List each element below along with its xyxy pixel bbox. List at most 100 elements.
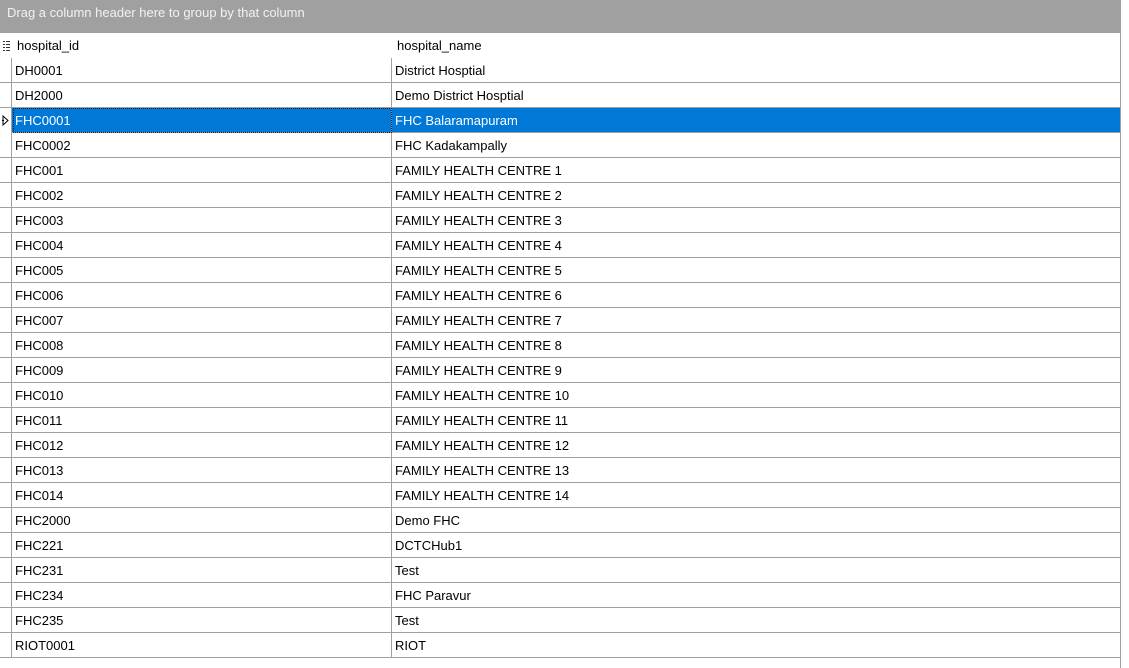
table-row[interactable]: FHC231 Test (0, 558, 1121, 583)
row-selector[interactable] (0, 283, 12, 308)
cell-hospital-id[interactable]: FHC008 (13, 333, 392, 358)
table-row[interactable]: FHC221 DCTCHub1 (0, 533, 1121, 558)
row-selector[interactable] (0, 333, 12, 358)
cell-hospital-id[interactable]: FHC011 (13, 408, 392, 433)
cell-hospital-name[interactable]: FAMILY HEALTH CENTRE 11 (392, 408, 1121, 433)
group-by-panel[interactable]: Drag a column header here to group by th… (0, 0, 1121, 33)
table-row[interactable]: DH0001 District Hosptial (0, 58, 1121, 83)
table-row[interactable]: FHC009 FAMILY HEALTH CENTRE 9 (0, 358, 1121, 383)
cell-hospital-name[interactable]: District Hosptial (392, 58, 1121, 83)
row-selector[interactable] (0, 133, 12, 158)
column-header-hospital-name[interactable]: hospital_name (392, 33, 1121, 58)
cell-hospital-name[interactable]: Test (392, 608, 1121, 633)
table-row[interactable]: FHC0001 FHC Balaramapuram (0, 108, 1121, 133)
table-row[interactable]: FHC235 Test (0, 608, 1121, 633)
row-selector[interactable] (0, 583, 12, 608)
cell-hospital-name[interactable]: Demo District Hosptial (392, 83, 1121, 108)
cell-hospital-id[interactable]: RIOT0001 (13, 633, 392, 658)
cell-hospital-name[interactable]: DCTCHub1 (392, 533, 1121, 558)
cell-hospital-name[interactable]: FHC Balaramapuram (392, 108, 1121, 133)
table-row[interactable]: RIOT0001 RIOT (0, 633, 1121, 658)
row-selector[interactable] (0, 408, 12, 433)
cell-hospital-name[interactable]: FAMILY HEALTH CENTRE 6 (392, 283, 1121, 308)
row-selector[interactable] (0, 308, 12, 333)
cell-hospital-name[interactable]: FAMILY HEALTH CENTRE 12 (392, 433, 1121, 458)
cell-hospital-id[interactable]: FHC010 (13, 383, 392, 408)
table-row[interactable]: DH2000 Demo District Hosptial (0, 83, 1121, 108)
cell-hospital-id[interactable]: FHC006 (13, 283, 392, 308)
table-row[interactable]: FHC2000 Demo FHC (0, 508, 1121, 533)
table-row[interactable]: FHC002 FAMILY HEALTH CENTRE 2 (0, 183, 1121, 208)
table-row[interactable]: FHC005 FAMILY HEALTH CENTRE 5 (0, 258, 1121, 283)
row-selector[interactable] (0, 383, 12, 408)
row-selector[interactable] (0, 608, 12, 633)
cell-hospital-id[interactable]: FHC003 (13, 208, 392, 233)
cell-hospital-name[interactable]: Test (392, 558, 1121, 583)
cell-hospital-id[interactable]: FHC013 (13, 458, 392, 483)
cell-hospital-id[interactable]: FHC004 (13, 233, 392, 258)
cell-hospital-name[interactable]: FAMILY HEALTH CENTRE 3 (392, 208, 1121, 233)
row-selector[interactable] (0, 483, 12, 508)
cell-hospital-id[interactable]: DH2000 (13, 83, 392, 108)
row-selector[interactable] (0, 633, 12, 658)
cell-hospital-id[interactable]: FHC005 (13, 258, 392, 283)
cell-hospital-name[interactable]: FAMILY HEALTH CENTRE 13 (392, 458, 1121, 483)
cell-hospital-id[interactable]: FHC235 (13, 608, 392, 633)
row-selector[interactable] (0, 158, 12, 183)
cell-hospital-name[interactable]: FAMILY HEALTH CENTRE 10 (392, 383, 1121, 408)
cell-hospital-name[interactable]: Demo FHC (392, 508, 1121, 533)
row-selector[interactable] (0, 208, 12, 233)
cell-hospital-name[interactable]: FHC Paravur (392, 583, 1121, 608)
cell-hospital-name[interactable]: FAMILY HEALTH CENTRE 1 (392, 158, 1121, 183)
table-row[interactable]: FHC0002 FHC Kadakampally (0, 133, 1121, 158)
table-row[interactable]: FHC008 FAMILY HEALTH CENTRE 8 (0, 333, 1121, 358)
row-selector[interactable] (0, 108, 12, 133)
cell-hospital-name[interactable]: FAMILY HEALTH CENTRE 4 (392, 233, 1121, 258)
cell-hospital-name[interactable]: FHC Kadakampally (392, 133, 1121, 158)
table-row[interactable]: FHC003 FAMILY HEALTH CENTRE 3 (0, 208, 1121, 233)
row-selector[interactable] (0, 183, 12, 208)
row-selector[interactable] (0, 233, 12, 258)
row-selector[interactable] (0, 508, 12, 533)
cell-hospital-name[interactable]: FAMILY HEALTH CENTRE 7 (392, 308, 1121, 333)
select-all-header[interactable] (0, 33, 12, 58)
table-row[interactable]: FHC014 FAMILY HEALTH CENTRE 14 (0, 483, 1121, 508)
row-selector[interactable] (0, 433, 12, 458)
row-selector[interactable] (0, 58, 12, 83)
cell-hospital-id[interactable]: FHC012 (13, 433, 392, 458)
row-selector[interactable] (0, 258, 12, 283)
cell-hospital-name[interactable]: FAMILY HEALTH CENTRE 2 (392, 183, 1121, 208)
row-selector[interactable] (0, 358, 12, 383)
table-row[interactable]: FHC001 FAMILY HEALTH CENTRE 1 (0, 158, 1121, 183)
table-row[interactable]: FHC012 FAMILY HEALTH CENTRE 12 (0, 433, 1121, 458)
table-row[interactable]: FHC010 FAMILY HEALTH CENTRE 10 (0, 383, 1121, 408)
table-row[interactable]: FHC004 FAMILY HEALTH CENTRE 4 (0, 233, 1121, 258)
cell-hospital-name[interactable]: RIOT (392, 633, 1121, 658)
cell-hospital-name[interactable]: FAMILY HEALTH CENTRE 8 (392, 333, 1121, 358)
table-row[interactable]: FHC006 FAMILY HEALTH CENTRE 6 (0, 283, 1121, 308)
table-row[interactable]: FHC234 FHC Paravur (0, 583, 1121, 608)
cell-hospital-id[interactable]: FHC2000 (13, 508, 392, 533)
cell-hospital-name[interactable]: FAMILY HEALTH CENTRE 9 (392, 358, 1121, 383)
cell-hospital-name[interactable]: FAMILY HEALTH CENTRE 5 (392, 258, 1121, 283)
table-row[interactable]: FHC007 FAMILY HEALTH CENTRE 7 (0, 308, 1121, 333)
row-selector[interactable] (0, 83, 12, 108)
table-row[interactable]: FHC011 FAMILY HEALTH CENTRE 11 (0, 408, 1121, 433)
cell-hospital-id[interactable]: FHC014 (13, 483, 392, 508)
cell-hospital-id[interactable]: FHC221 (13, 533, 392, 558)
cell-hospital-id[interactable]: FHC234 (13, 583, 392, 608)
cell-hospital-id[interactable]: FHC001 (13, 158, 392, 183)
table-row[interactable]: FHC013 FAMILY HEALTH CENTRE 13 (0, 458, 1121, 483)
cell-hospital-id[interactable]: FHC002 (13, 183, 392, 208)
cell-hospital-id[interactable]: FHC231 (13, 558, 392, 583)
row-selector[interactable] (0, 533, 12, 558)
row-selector[interactable] (0, 558, 12, 583)
column-header-hospital-id[interactable]: hospital_id (13, 33, 392, 58)
cell-hospital-id[interactable]: DH0001 (13, 58, 392, 83)
cell-hospital-id[interactable]: FHC009 (13, 358, 392, 383)
cell-hospital-id[interactable]: FHC007 (13, 308, 392, 333)
row-selector[interactable] (0, 458, 12, 483)
cell-hospital-id[interactable]: FHC0001 (13, 108, 392, 133)
cell-hospital-name[interactable]: FAMILY HEALTH CENTRE 14 (392, 483, 1121, 508)
cell-hospital-id[interactable]: FHC0002 (13, 133, 392, 158)
